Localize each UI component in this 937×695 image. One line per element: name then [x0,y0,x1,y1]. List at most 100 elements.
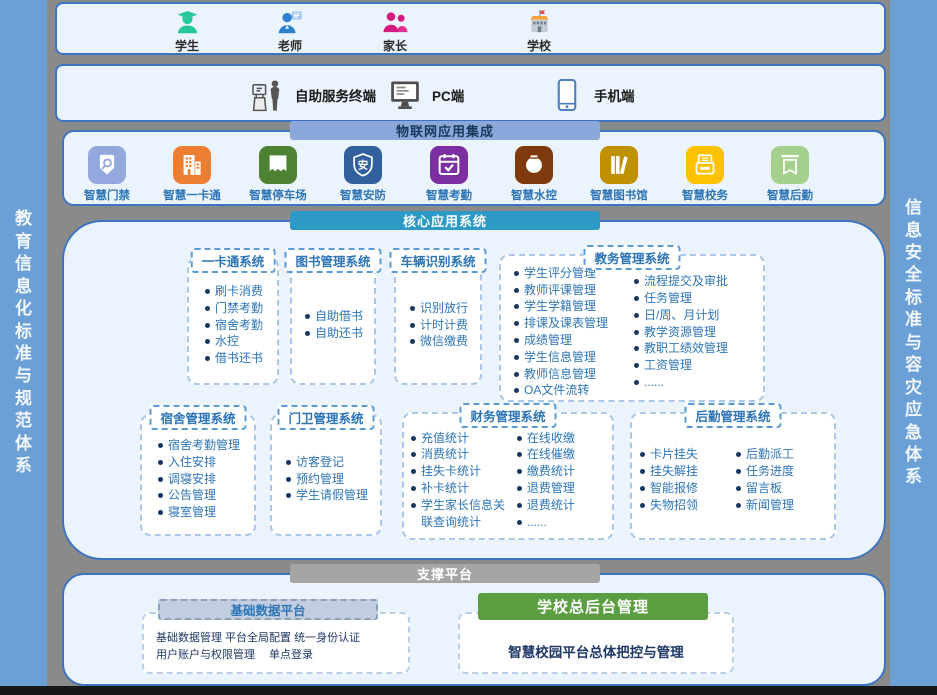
subsystem-column: 学生评分管理教师评课管理学生学籍管理排课及课表管理成绩管理学生信息管理教师信息管… [514,270,630,394]
system-item: ...... [634,374,752,391]
iot-label: 智慧后勤 [767,187,813,203]
subsystem-column: 充值统计消费统计挂失卡统计补卡统计学生家长信息关联查询统计 [411,428,513,532]
system-item-label: ...... [527,514,547,531]
system-item-label: 调寝安排 [168,471,216,488]
system-item: 任务进度 [736,463,828,480]
system-item-label: 借书还书 [215,350,263,367]
svg-text:安: 安 [358,159,369,172]
right-band-label: 信息安全标准与容灾应急体系 [904,197,923,489]
subsystem-body: 访客登记预约管理学生请假管理 [272,416,380,534]
iot-item: 智慧图书馆 [576,146,662,203]
iot-item: 智慧后勤 [747,146,833,203]
iot-item: 智慧门禁 [64,146,150,203]
system-item: 日/周、月计划 [634,307,752,324]
system-item-label: 微信缴费 [420,333,468,350]
system-item-label: 智能报修 [650,480,698,497]
system-item-label: 学生家长信息关联查询统计 [421,497,513,531]
bottom-edge [0,686,937,695]
bullet-icon [517,503,522,508]
system-item-label: 后勤派工 [746,446,794,463]
system-item: 借书还书 [205,350,263,367]
system-item: 失物招领 [640,497,732,514]
bullet-icon [514,372,519,377]
system-item: 宿舍考勤 [205,317,263,334]
bullet-icon [158,510,163,515]
bullet-icon [514,304,519,309]
bullet-icon [205,289,210,294]
bullet-icon [411,436,416,441]
subsystem-body: 识别放行计时计费微信缴费 [396,259,480,383]
iot-item: 智慧一卡通 [149,146,235,203]
system-item-label: 门禁考勤 [215,300,263,317]
bullet-icon [634,346,639,351]
subsystem-title: 后勤管理系统 [684,403,781,428]
bullet-icon [158,477,163,482]
subsystem-column: 刷卡消费门禁考勤宿舍考勤水控借书还书 [205,273,263,377]
subsystem-card: 宿舍管理系统宿舍考勤管理入住安排调寝安排公告管理寝室管理 [140,414,256,536]
bullet-icon [736,503,741,508]
system-item-label: 访客登记 [296,454,344,471]
system-item: 在线收缴 [517,430,607,447]
system-item: 充值统计 [411,430,513,447]
system-item: 缴费统计 [517,463,607,480]
user-item: 家长 [350,9,440,54]
access-control-icon [88,146,126,184]
system-item-label: ...... [644,374,664,391]
core-section-title: 核心应用系统 [290,211,600,230]
smart-campus-architecture-diagram: 教育信息化标准与规范体系 信息安全标准与容灾应急体系 学生老师家长学校 自助服务… [0,0,937,695]
system-item-label: 寝室管理 [168,504,216,521]
system-item-label: 任务管理 [644,290,692,307]
system-item-label: 流程提交及审批 [644,273,728,290]
fees-icon [686,146,724,184]
system-item-label: 水控 [215,333,239,350]
system-item: 学生请假管理 [286,487,368,504]
subsystem-column: 自助借书自助还书 [305,273,363,377]
subsystem-card: 车辆识别系统识别放行计时计费微信缴费 [394,257,482,385]
subsystem-card: 一卡通系统刷卡消费门禁考勤宿舍考勤水控借书还书 [187,257,279,385]
school-admin-title: 学校总后台管理 [478,593,708,620]
terminal-item: PC端 [387,66,464,124]
system-item-label: 成绩管理 [524,332,572,349]
system-item: 教师信息管理 [514,366,630,383]
system-item: 工资管理 [634,357,752,374]
iot-item: 智慧校务 [662,146,748,203]
parents-icon [382,9,409,36]
subsystem-body: 卡片挂失挂失解挂智能报修失物招领后勤派工任务进度留言板新闻管理 [632,414,834,538]
pc-icon [387,77,423,113]
student-icon [174,9,201,36]
system-item-label: 工资管理 [644,357,692,374]
system-item: 识别放行 [410,300,468,317]
system-item: 教职工绩效管理 [634,340,752,357]
system-item: 补卡统计 [411,480,513,497]
water-icon [515,146,553,184]
subsystem-column: 宿舍考勤管理入住安排调寝安排公告管理寝室管理 [158,430,240,528]
system-item: 预约管理 [286,471,368,488]
bullet-icon [411,486,416,491]
phone-icon [549,77,585,113]
subsystem-column: 卡片挂失挂失解挂智能报修失物招领 [640,428,732,532]
system-item: OA文件流转 [514,382,630,399]
left-band-label: 教育信息化标准与规范体系 [14,208,33,477]
attendance-icon [430,146,468,184]
terminal-item: 自助服务终端 [250,66,376,124]
subsystem-title: 教务管理系统 [583,245,680,270]
bullet-icon [514,271,519,276]
subsystem-title: 门卫管理系统 [277,405,374,430]
iot-item: 智慧考勤 [406,146,492,203]
subsystem-title: 宿舍管理系统 [149,405,246,430]
system-item: 挂失卡统计 [411,463,513,480]
bullet-icon [305,314,310,319]
bullet-icon [286,493,291,498]
bullet-icon [514,321,519,326]
subsystem-card: 门卫管理系统访客登记预约管理学生请假管理 [270,414,382,536]
system-item-label: 教学资源管理 [644,324,716,341]
system-item-label: 学生请假管理 [296,487,368,504]
iot-label: 智慧一卡通 [163,187,221,203]
system-item: 留言板 [736,480,828,497]
system-item: 消费统计 [411,446,513,463]
system-item-label: 留言板 [746,480,782,497]
system-item-label: 新闻管理 [746,497,794,514]
system-item: 调寝安排 [158,471,240,488]
subsystem-card: 后勤管理系统卡片挂失挂失解挂智能报修失物招领后勤派工任务进度留言板新闻管理 [630,412,836,540]
subsystem-column: 访客登记预约管理学生请假管理 [286,430,368,528]
